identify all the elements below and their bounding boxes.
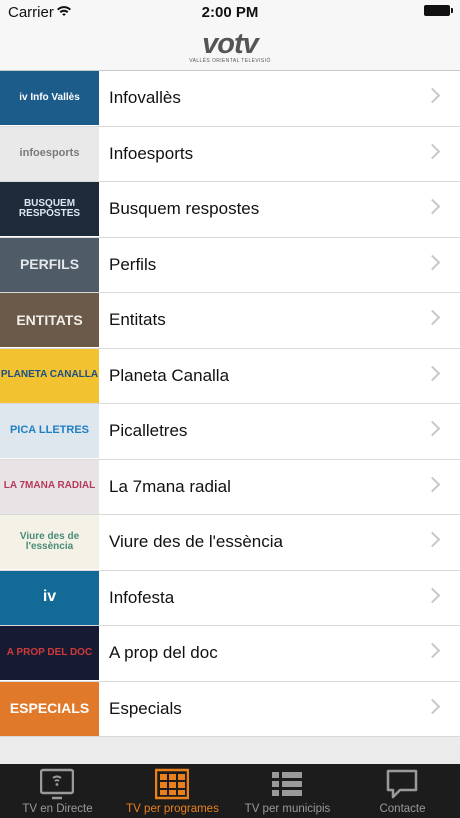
program-row[interactable]: PERFILS Perfils — [0, 237, 460, 293]
program-title: Planeta Canalla — [109, 365, 230, 385]
tab-tv-per-programes[interactable]: TV per programes — [115, 764, 230, 818]
program-title: Infovallès — [109, 88, 181, 107]
chevron-right-icon — [424, 309, 441, 326]
program-thumbnail: iv — [0, 570, 99, 625]
thumbnail-text: PICA LLETRES — [9, 424, 90, 437]
program-row[interactable]: iv Infofesta — [0, 570, 460, 626]
logo-subtitle: VALLÈS ORIENTAL TELEVISIÓ — [189, 58, 271, 64]
logo-wordmark: votv — [202, 28, 259, 60]
chevron-right-icon — [424, 642, 441, 659]
chevron-right-icon — [424, 587, 441, 603]
status-bar: Carrier 2:00 PM — [0, 0, 460, 24]
program-title: Entitats — [109, 310, 166, 329]
tab-label: Contacte — [379, 803, 426, 815]
program-list: iv Info Vallès Infovallès infoesports Infoe… — [0, 71, 460, 737]
chevron-right-icon — [424, 531, 441, 548]
program-thumbnail: PLANETA CANALLA — [0, 348, 99, 403]
thumbnail-text: A PROP DEL DOC — [6, 646, 93, 658]
thumbnail-text: ESPECIALS — [9, 700, 90, 717]
tv-icon — [40, 768, 74, 800]
program-row[interactable]: Viure des de l'essència Viure des de l'es… — [0, 515, 460, 571]
thumbnail-text: PLANETA CANALLA — [0, 369, 99, 381]
program-thumbnail: Viure des de l'essència — [0, 515, 99, 569]
program-thumbnail: infoesports — [0, 126, 99, 181]
program-thumbnail: PICA LLETRES — [0, 404, 99, 458]
program-title: Infoesports — [109, 143, 194, 163]
program-title: Infofesta — [109, 587, 175, 607]
program-thumbnail: iv Info Vallès — [0, 71, 99, 125]
chevron-right-icon — [424, 143, 441, 159]
program-row[interactable]: PLANETA CANALLA Planeta Canalla — [0, 348, 460, 404]
thumbnail-text: ENTITATS — [16, 311, 83, 328]
chevron-right-icon — [424, 365, 441, 381]
program-title: Perfils — [109, 254, 157, 274]
tab-tv-en-directe[interactable]: TV en Directe — [0, 764, 115, 818]
chevron-right-icon — [424, 198, 441, 215]
votv-logo: votv VALLÈS ORIENTAL TELEVISIÓ — [188, 28, 272, 68]
program-title: Especials — [109, 698, 182, 718]
program-row[interactable]: PICA LLETRES Picalletres — [0, 404, 460, 460]
program-title: Viure des de l'essència — [109, 532, 283, 551]
program-row[interactable]: infoesports Infoesports — [0, 126, 460, 182]
program-thumbnail: ESPECIALS — [0, 681, 99, 736]
chevron-right-icon — [424, 420, 441, 437]
program-thumbnail: LA 7MANA RADIAL — [0, 459, 99, 514]
grid-icon — [155, 768, 189, 800]
program-row[interactable]: ESPECIALS Especials — [0, 681, 460, 737]
program-row[interactable]: iv Info Vallès Infovallès — [0, 71, 460, 127]
nav-header: votv VALLÈS ORIENTAL TELEVISIÓ — [0, 24, 460, 71]
thumbnail-text: PERFILS — [19, 256, 80, 273]
program-row[interactable]: A PROP DEL DOC A prop del doc — [0, 626, 460, 682]
chevron-right-icon — [424, 254, 441, 270]
chevron-right-icon — [424, 698, 441, 714]
chevron-right-icon — [424, 476, 441, 492]
list-footer-gap — [0, 737, 460, 764]
program-row[interactable]: LA 7MANA RADIAL La 7mana radial — [0, 459, 460, 515]
tab-label: TV en Directe — [22, 803, 93, 815]
program-thumbnail: A PROP DEL DOC — [0, 626, 99, 680]
thumbnail-text: infoesports — [19, 146, 80, 159]
tab-label: TV per programes — [126, 803, 219, 815]
program-thumbnail: PERFILS — [0, 237, 99, 292]
program-row[interactable]: BUSQUEM RESPOSTES Busquem respostes — [0, 182, 460, 238]
thumbnail-text: iv Info Vallès — [19, 91, 80, 103]
thumbnail-text: iv — [42, 588, 57, 606]
list-icon — [272, 772, 302, 796]
thumbnail-text: BUSQUEM RESPOSTES — [18, 197, 81, 219]
tab-bar: TV en Directe TV per programes TV per mu… — [0, 764, 460, 818]
program-title: Picalletres — [109, 421, 188, 440]
chat-bubble-icon — [386, 769, 418, 799]
program-title: A prop del doc — [109, 643, 218, 662]
clock: 2:00 PM — [201, 4, 259, 21]
tab-label: TV per municipis — [244, 803, 331, 815]
thumbnail-text: Viure des de l'essència — [19, 530, 80, 552]
thumbnail-text: LA 7MANA RADIAL — [3, 480, 96, 492]
program-thumbnail: BUSQUEM RESPOSTES — [0, 182, 99, 236]
program-title: Busquem respostes — [109, 199, 260, 218]
tab-contacte[interactable]: Contacte — [345, 764, 460, 818]
battery-icon — [424, 5, 453, 16]
program-row[interactable]: ENTITATS Entitats — [0, 293, 460, 349]
program-title: La 7mana radial — [109, 476, 231, 496]
program-thumbnail: ENTITATS — [0, 293, 99, 347]
tab-tv-per-municipis[interactable]: TV per municipis — [230, 764, 345, 818]
chevron-right-icon — [424, 87, 441, 104]
